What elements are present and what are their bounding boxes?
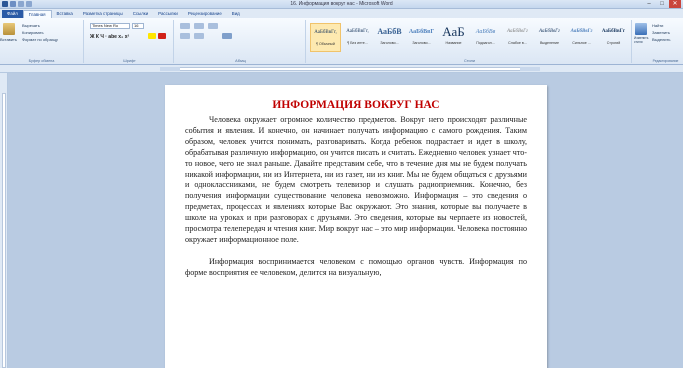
style-sample: АаБбВвГг: [539, 29, 560, 34]
style-sample: АаБбВвГ: [408, 29, 435, 35]
change-styles-button[interactable]: Изменить стили: [634, 36, 648, 44]
ribbon: Вставить Вырезать Копировать Формат по о…: [0, 18, 683, 65]
ruler-bar: [160, 67, 540, 71]
document-workspace: ИНФОРМАЦИЯ ВОКРУГ НАС Человека окружает …: [8, 73, 683, 368]
document-paragraph: Человека окружает огромное количество пр…: [185, 115, 527, 244]
tab-view[interactable]: Вид: [227, 10, 245, 18]
style-title[interactable]: АаБ Название: [438, 23, 469, 52]
style-subtle-emphasis[interactable]: АаБбВвГг Слабое в...: [502, 23, 533, 52]
style-sample: АаБбВвГг,: [346, 29, 369, 34]
style-name: ¶ Обычный: [316, 42, 335, 46]
style-no-spacing[interactable]: АаБбВвГг, ¶ Без инте...: [342, 23, 373, 52]
editing-group-label: Редактирование: [652, 59, 679, 63]
ruler-left-margin: [160, 67, 180, 71]
window-controls: – □ ✕: [643, 0, 681, 8]
highlight-color-icon[interactable]: [148, 33, 156, 39]
clipboard-group: Вставить Вырезать Копировать Формат по о…: [0, 20, 84, 63]
document-title: ИНФОРМАЦИЯ ВОКРУГ НАС: [272, 99, 440, 111]
style-name: ¶ Без инте...: [347, 41, 368, 45]
copy-button[interactable]: Копировать: [22, 30, 44, 35]
vertical-ruler-bar: [2, 93, 6, 368]
replace-button[interactable]: Заменить: [652, 30, 670, 35]
paragraph-group: Абзац: [176, 20, 306, 63]
format-painter-button[interactable]: Формат по образцу: [22, 37, 58, 42]
horizontal-ruler[interactable]: [0, 65, 683, 73]
font-name-dropdown[interactable]: Times New Ro: [90, 23, 130, 29]
style-name: Название: [445, 41, 462, 45]
style-heading2[interactable]: АаБбВвГ Заголово...: [406, 23, 437, 52]
paste-icon[interactable]: [3, 23, 15, 35]
style-sample: АаБбВвГг: [601, 29, 626, 34]
tab-mailings[interactable]: Рассылки: [153, 10, 183, 18]
bullets-icon[interactable]: [180, 23, 190, 29]
align-left-icon[interactable]: [180, 33, 190, 39]
styles-group-label: Стили: [464, 59, 475, 63]
tab-references[interactable]: Ссылки: [128, 10, 153, 18]
style-sample: АаБбВвГг: [507, 29, 528, 34]
styles-group: АаБбВвГг, ¶ Обычный АаБбВвГг, ¶ Без инте…: [308, 20, 632, 63]
tab-page-layout[interactable]: Разметка страницы: [78, 10, 128, 18]
numbering-icon[interactable]: [194, 23, 204, 29]
change-styles-icon[interactable]: [635, 23, 647, 35]
select-button[interactable]: Выделить: [652, 37, 670, 42]
editing-group: Найти Заменить Выделить Редактирование: [648, 20, 683, 63]
style-name: Строгий: [606, 41, 621, 45]
style-subtitle[interactable]: АаБбВв Подзагол...: [470, 23, 501, 52]
clipboard-group-label: Буфер обмена: [28, 59, 55, 63]
style-sample: АаБ: [442, 24, 465, 39]
style-sample: АаБбВ: [377, 27, 402, 36]
format-buttons[interactable]: Ж К Ч · abe x₂ x²: [90, 34, 129, 40]
document-page[interactable]: ИНФОРМАЦИЯ ВОКРУГ НАС Человека окружает …: [165, 85, 547, 368]
maximize-button[interactable]: □: [656, 0, 668, 8]
minimize-button[interactable]: –: [643, 0, 655, 8]
find-button[interactable]: Найти: [652, 23, 663, 28]
style-intense-emphasis[interactable]: АаБбВвГг Сильное ...: [566, 23, 597, 52]
font-group: Times New Ro 16 Ж К Ч · abe x₂ x² Шрифт: [86, 20, 174, 63]
ruler-right-margin: [520, 67, 540, 71]
align-center-icon[interactable]: [194, 33, 204, 39]
tab-review[interactable]: Рецензирование: [183, 10, 227, 18]
style-name: Выделение: [539, 41, 560, 45]
document-paragraph: Информация воспринимается человеком с по…: [185, 256, 527, 277]
window-title: 16. Информация вокруг нас - Microsoft Wo…: [290, 1, 393, 7]
style-name: Заголово...: [412, 41, 431, 45]
style-sample: АаБбВвГг,: [314, 30, 337, 35]
ribbon-tabs: Файл Главная Вставка Разметка страницы С…: [0, 9, 683, 18]
style-sample: АаБбВвГг: [570, 29, 593, 34]
title-bar: 16. Информация вокруг нас - Microsoft Wo…: [0, 0, 683, 9]
style-heading1[interactable]: АаБбВ Заголово...: [374, 23, 405, 52]
vertical-ruler[interactable]: [0, 73, 8, 368]
paste-button[interactable]: Вставить: [0, 37, 17, 42]
style-name: Слабое в...: [508, 41, 527, 45]
tab-file[interactable]: Файл: [2, 10, 23, 18]
close-button[interactable]: ✕: [669, 0, 681, 8]
cut-button[interactable]: Вырезать: [22, 23, 40, 28]
style-name: Заголово...: [380, 41, 399, 45]
font-group-label: Шрифт: [123, 59, 136, 63]
style-emphasis[interactable]: АаБбВвГг Выделение: [534, 23, 565, 52]
tab-home[interactable]: Главная: [22, 10, 52, 18]
style-sample: АаБбВв: [475, 29, 496, 35]
style-strong[interactable]: АаБбВвГг Строгий: [598, 23, 629, 52]
font-size-dropdown[interactable]: 16: [132, 23, 144, 29]
style-name: Подзагол...: [476, 41, 495, 45]
style-normal[interactable]: АаБбВвГг, ¶ Обычный: [310, 23, 341, 52]
multilevel-list-icon[interactable]: [208, 23, 218, 29]
paragraph-group-label: Абзац: [235, 59, 246, 63]
change-styles-group: Изменить стили: [634, 20, 648, 63]
font-color-icon[interactable]: [158, 33, 166, 39]
tab-insert[interactable]: Вставка: [52, 10, 78, 18]
justify-icon[interactable]: [222, 33, 232, 39]
style-name: Сильное ...: [572, 41, 591, 45]
